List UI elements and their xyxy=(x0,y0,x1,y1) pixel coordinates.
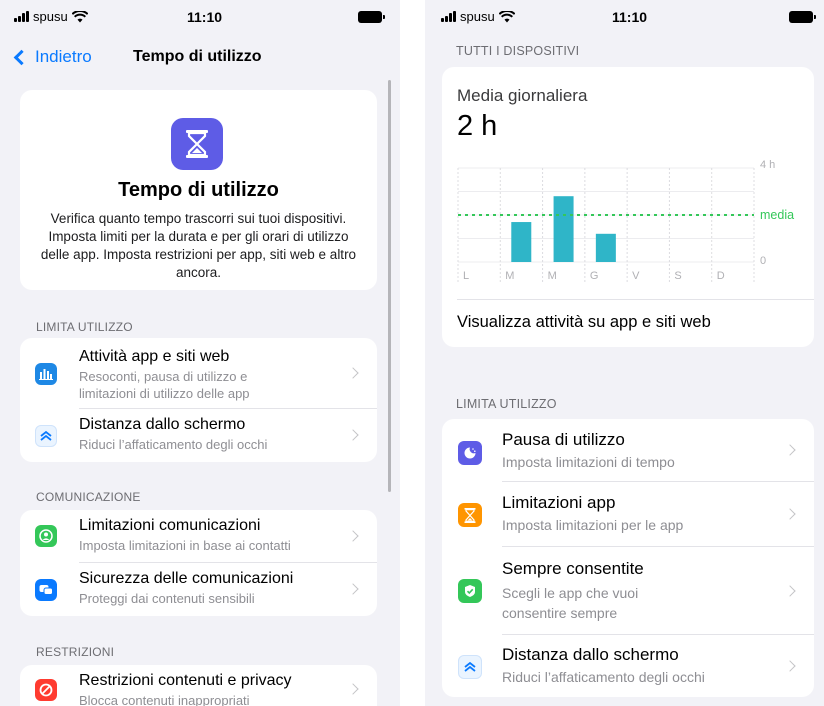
navigation-bar: Indietro Tempo di utilizzo xyxy=(0,40,400,76)
hero-title: Tempo di utilizzo xyxy=(118,179,279,201)
row-communication-safety[interactable]: Sicurezza delle comunicazioni Proteggi d… xyxy=(20,563,377,616)
row-title: Restrizioni contenuti e privacy xyxy=(79,672,292,689)
row-subtitle: consentire sempre xyxy=(502,605,618,621)
clock: 11:10 xyxy=(187,9,223,25)
row-downtime[interactable]: Pausa di utilizzo Imposta limitazioni di… xyxy=(442,419,814,481)
communication-card: Limitazioni comunicazioni Imposta limita… xyxy=(20,510,377,616)
back-label: Indietro xyxy=(35,47,92,66)
carrier: spusu xyxy=(441,9,515,24)
chevrons-up-icon xyxy=(35,425,57,447)
row-app-limits[interactable]: Limitazioni app Imposta limitazioni per … xyxy=(442,482,814,546)
settings-screen-left: spusu 11:10 Indietro Tempo di utilizzo T… xyxy=(0,0,400,706)
page-title: Tempo di utilizzo xyxy=(133,48,262,65)
row-title: Pausa di utilizzo xyxy=(502,430,625,449)
restrictions-card: Restrizioni contenuti e privacy Blocca c… xyxy=(20,665,377,706)
daily-average-card: Media giornaliera 2 h Visualizza attivit… xyxy=(442,67,814,347)
clock: 11:10 xyxy=(612,9,648,25)
row-subtitle: Imposta limitazioni in base ai contatti xyxy=(79,538,291,553)
row-subtitle: Resoconti, pausa di utilizzo e xyxy=(79,369,248,384)
section-header-restrictions: RESTRIZIONI xyxy=(36,645,115,659)
row-title: Sempre consentite xyxy=(502,559,644,578)
row-screen-distance[interactable]: Distanza dallo schermo Riduci l’affatica… xyxy=(20,409,377,462)
contact-icon xyxy=(35,525,57,547)
signal-icon xyxy=(14,11,29,22)
row-title: Limitazioni app xyxy=(502,493,616,512)
row-title: Limitazioni comunicazioni xyxy=(79,517,261,534)
row-subtitle: Scegli le app che vuoi xyxy=(502,585,639,601)
carrier-name: spusu xyxy=(33,9,68,24)
chevron-right-icon xyxy=(784,585,796,597)
section-header-all-devices: TUTTI I DISPOSITIVI xyxy=(456,44,580,58)
row-communication-limits[interactable]: Limitazioni comunicazioni Imposta limita… xyxy=(20,510,377,562)
chevron-right-icon xyxy=(347,367,359,379)
settings-screen-right: spusu 11:10 TUTTI I DISPOSITIVI Media gi… xyxy=(425,0,824,706)
bar-chart-icon xyxy=(35,363,57,385)
message-bubbles-icon xyxy=(35,579,57,601)
row-title: Distanza dallo schermo xyxy=(79,416,246,433)
daily-average-value: 2 h xyxy=(457,110,498,142)
row-subtitle: Riduci l’affaticamento degli occhi xyxy=(79,437,268,452)
row-screen-distance[interactable]: Distanza dallo schermo Riduci l’affatica… xyxy=(442,635,814,697)
limit-usage-card: Attività app e siti web Resoconti, pausa… xyxy=(20,338,377,462)
chevron-right-icon xyxy=(347,530,359,542)
row-title: Attività app e siti web xyxy=(79,348,230,365)
row-content-privacy[interactable]: Restrizioni contenuti e privacy Blocca c… xyxy=(20,665,377,706)
wifi-icon xyxy=(71,10,88,22)
scroll-indicator[interactable] xyxy=(388,80,391,492)
row-subtitle: Blocca contenuti inappropriati xyxy=(79,693,250,706)
carrier-name: spusu xyxy=(460,9,495,24)
status-bar: spusu 11:10 xyxy=(425,0,824,34)
section-header-communication: COMUNICAZIONE xyxy=(36,490,141,504)
hourglass-icon xyxy=(171,118,223,170)
prohibited-icon xyxy=(35,679,57,701)
view-activity-link[interactable]: Visualizza attività su app e siti web xyxy=(442,300,814,347)
battery-icon xyxy=(789,11,816,23)
status-bar: spusu 11:10 xyxy=(0,0,400,34)
wifi-icon xyxy=(498,10,515,22)
row-always-allowed[interactable]: Sempre consentite Scegli le app che vuoi… xyxy=(442,547,814,634)
chevron-right-icon xyxy=(784,508,796,520)
row-subtitle: Imposta limitazioni per le app xyxy=(502,517,684,533)
chevron-right-icon xyxy=(347,583,359,595)
row-subtitle: Proteggi dai contenuti sensibili xyxy=(79,591,255,606)
row-subtitle: limitazioni di utilizzo delle app xyxy=(79,386,250,401)
back-button[interactable]: Indietro xyxy=(12,47,92,67)
row-subtitle: Imposta limitazioni di tempo xyxy=(502,454,675,470)
chevron-left-icon xyxy=(13,49,30,65)
section-header-limit-usage: LIMITA UTILIZZO xyxy=(456,397,557,411)
limit-usage-card: Pausa di utilizzo Imposta limitazioni di… xyxy=(442,419,814,697)
row-title: Sicurezza delle comunicazioni xyxy=(79,570,294,587)
section-header-limit-usage: LIMITA UTILIZZO xyxy=(36,320,133,334)
view-activity-label: Visualizza attività su app e siti web xyxy=(457,313,711,331)
daily-average-label: Media giornaliera xyxy=(457,86,588,105)
chevron-right-icon xyxy=(347,683,359,695)
row-subtitle: Riduci l’affaticamento degli occhi xyxy=(502,669,705,685)
hourglass-icon xyxy=(458,503,482,527)
carrier: spusu xyxy=(14,9,88,24)
chevron-right-icon xyxy=(347,429,359,441)
chevron-right-icon xyxy=(784,660,796,672)
signal-icon xyxy=(441,11,456,22)
battery-icon xyxy=(358,11,385,23)
row-title: Distanza dallo schermo xyxy=(502,645,679,664)
screen-time-intro-card: Tempo di utilizzo Verifica quanto tempo … xyxy=(20,90,377,290)
downtime-icon xyxy=(458,441,482,465)
chevron-right-icon xyxy=(784,444,796,456)
row-app-activity[interactable]: Attività app e siti web Resoconti, pausa… xyxy=(20,338,377,408)
chevrons-up-icon xyxy=(458,655,482,679)
hero-description: Verifica quanto tempo trascorri sui tuoi… xyxy=(40,211,357,280)
checkmark-shield-icon xyxy=(458,579,482,603)
